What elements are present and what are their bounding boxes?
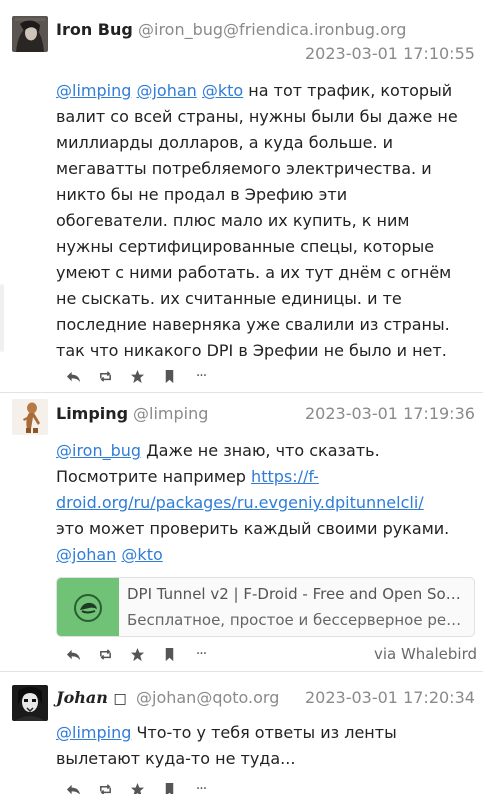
- content-text: Что-то у тебя ответы из ленты: [131, 723, 397, 742]
- more-icon[interactable]: ···: [190, 366, 212, 386]
- content-line: @iron_bug Даже не знаю, что сказать.: [56, 438, 476, 464]
- boost-icon[interactable]: [94, 644, 116, 664]
- author-name[interactable]: Johan □: [56, 688, 127, 707]
- mention-link[interactable]: @kto: [121, 545, 162, 564]
- content-line: вылетают куда-то не туда...: [56, 749, 296, 768]
- post-actions: ···: [62, 366, 222, 386]
- content-line: последние наверняка уже свалили из стран…: [56, 315, 450, 334]
- content-line: это может проверить каждый своими руками…: [56, 519, 450, 538]
- more-icon[interactable]: ···: [190, 779, 212, 794]
- external-link[interactable]: droid.org/ru/packages/ru.evgeniy.dpitunn…: [56, 493, 424, 512]
- mention-link[interactable]: @johan: [56, 545, 116, 564]
- content-text: Посмотрите например: [56, 467, 252, 486]
- content-line: Посмотрите например https://f-: [56, 464, 476, 490]
- name-emoji-placeholder: □: [113, 691, 127, 707]
- content-line: мегаватты потребляемого электричества. и: [56, 159, 432, 178]
- favourite-icon[interactable]: [126, 644, 148, 664]
- content-text: Даже не знаю, что сказать.: [141, 441, 380, 460]
- content-line: обогеватели. плюс мало их купить, к ним: [56, 211, 410, 230]
- content-line: никто бы не продал в Эрефию эти: [56, 185, 348, 204]
- content-line: умеют с ними работать. а их тут днём с о…: [56, 263, 452, 282]
- bookmark-icon[interactable]: [158, 366, 180, 386]
- post-timestamp[interactable]: 2023-03-01 17:20:34: [305, 688, 475, 707]
- author-name-text: Johan: [56, 688, 108, 707]
- mention-link[interactable]: @limping: [56, 723, 131, 742]
- reply-icon[interactable]: [62, 366, 84, 386]
- bookmark-icon[interactable]: [158, 779, 180, 794]
- content-line: валит со всей страны, нужны были бы даже…: [56, 107, 458, 126]
- reply-icon[interactable]: [62, 644, 84, 664]
- mention-link[interactable]: @kto: [202, 81, 243, 100]
- mention-link[interactable]: @limping: [56, 81, 131, 100]
- post-content: @limping @johan @kto на тот трафик, кото…: [56, 78, 476, 364]
- content-line: @limping @johan @kto на тот трафик, кото…: [56, 78, 476, 104]
- client-via-label: via Whalebird: [373, 645, 477, 663]
- avatar[interactable]: [12, 685, 48, 721]
- content-line: @johan @kto: [56, 542, 476, 568]
- author-name[interactable]: Limping: [56, 404, 128, 423]
- content-line: droid.org/ru/packages/ru.evgeniy.dpitunn…: [56, 490, 476, 516]
- reply-icon[interactable]: [62, 779, 84, 794]
- favourite-icon[interactable]: [126, 779, 148, 794]
- status-post-iron-bug: Iron Bug @iron_bug@friendica.ironbug.org…: [0, 0, 483, 392]
- author-handle[interactable]: @iron_bug@friendica.ironbug.org: [138, 20, 406, 39]
- author-name[interactable]: Iron Bug: [56, 20, 133, 39]
- content-line: нужны сертифицированные спецы, которые: [56, 237, 435, 256]
- post-content: @iron_bug Даже не знаю, что сказать. Пос…: [56, 438, 476, 568]
- boost-icon[interactable]: [94, 366, 116, 386]
- content-line: миллиарды долларов, а куда больше. и: [56, 133, 394, 152]
- content-line: так что никакого DPI в Эрефии не было и …: [56, 341, 447, 360]
- author-handle[interactable]: @limping: [133, 404, 208, 423]
- external-link[interactable]: https://f-: [251, 467, 319, 486]
- boost-icon[interactable]: [94, 779, 116, 794]
- avatar[interactable]: [12, 399, 48, 435]
- fdroid-logo-icon: [74, 594, 102, 622]
- more-icon[interactable]: ···: [190, 644, 212, 664]
- post-timestamp[interactable]: 2023-03-01 17:10:55: [305, 44, 475, 63]
- post-actions: ···: [62, 779, 222, 794]
- bookmark-icon[interactable]: [158, 644, 180, 664]
- content-line: не сыскать. их считанные единицы. и те: [56, 289, 402, 308]
- post-timestamp[interactable]: 2023-03-01 17:19:36: [305, 404, 475, 423]
- content-text: на тот трафик, который: [243, 81, 453, 100]
- scroll-indicator: [0, 284, 4, 352]
- link-preview-card[interactable]: DPI Tunnel v2 | F-Droid - Free and Open …: [56, 577, 475, 637]
- post-content: @limping Что-то у тебя ответы из ленты в…: [56, 720, 476, 772]
- mention-link[interactable]: @johan: [136, 81, 196, 100]
- favourite-icon[interactable]: [126, 366, 148, 386]
- card-thumbnail: [57, 578, 119, 636]
- card-description: Бесплатное, простое и бессерверное решен…: [127, 611, 469, 629]
- post-actions: ···: [62, 644, 222, 664]
- card-title: DPI Tunnel v2 | F-Droid - Free and Open …: [127, 585, 469, 603]
- mention-link[interactable]: @iron_bug: [56, 441, 141, 460]
- status-post-johan: Johan □ @johan@qoto.org 2023-03-01 17:20…: [0, 672, 483, 794]
- author-handle[interactable]: @johan@qoto.org: [136, 688, 279, 707]
- content-line: @limping Что-то у тебя ответы из ленты: [56, 720, 476, 746]
- avatar[interactable]: [12, 16, 48, 52]
